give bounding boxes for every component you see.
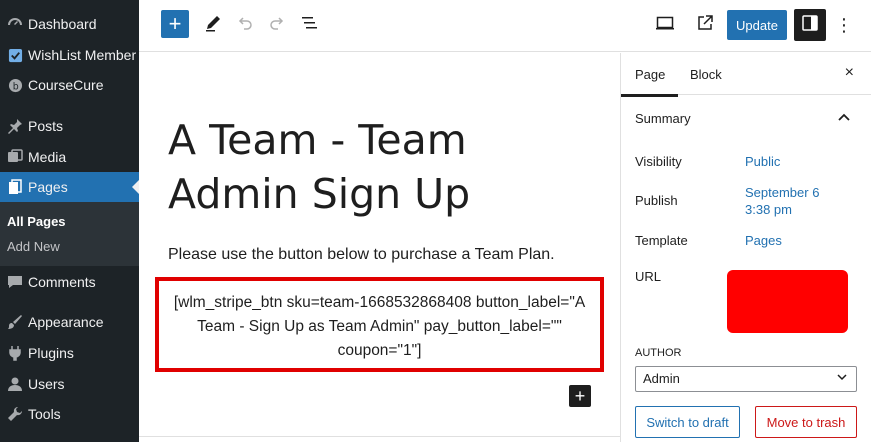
tools-icon: [5, 404, 25, 424]
chevron-up-icon[interactable]: [837, 109, 851, 125]
submenu-add-new[interactable]: Add New: [7, 239, 60, 254]
preview-button[interactable]: [651, 10, 679, 40]
external-link-icon: [696, 14, 714, 37]
switch-to-draft-button[interactable]: Switch to draft: [635, 406, 740, 438]
tab-block[interactable]: Block: [690, 67, 722, 82]
edit-mode-button[interactable]: [199, 10, 227, 40]
editor-canvas: A Team - Team Admin Sign Up Please use t…: [139, 53, 620, 442]
paragraph-block[interactable]: Please use the button below to purchase …: [168, 246, 555, 264]
menu-item-users[interactable]: Users: [0, 369, 139, 399]
menu-label: CourseCure: [28, 77, 104, 93]
menu-label: Dashboard: [28, 16, 97, 32]
close-icon[interactable]: ×: [845, 64, 854, 82]
menu-item-wishlist-member[interactable]: WishList Member: [0, 40, 139, 70]
pages-icon: [5, 177, 25, 197]
plugins-icon: [5, 343, 25, 363]
undo-icon: [236, 14, 254, 37]
publish-value[interactable]: September 6 3:38 pm: [745, 184, 819, 218]
pages-submenu: All Pages Add New: [0, 202, 139, 266]
post-title[interactable]: A Team - Team Admin Sign Up: [168, 113, 608, 221]
shortcode-text: [wlm_stripe_btn sku=team-1668532868408 b…: [173, 294, 586, 359]
list-view-icon: [301, 14, 319, 37]
menu-item-pages[interactable]: Pages: [0, 172, 139, 202]
url-label: URL: [635, 269, 662, 284]
menu-label: WishList Member: [28, 47, 137, 63]
publish-label: Publish: [635, 193, 678, 208]
publish-time: 3:38 pm: [745, 202, 792, 217]
author-label: AUTHOR: [635, 347, 682, 359]
svg-text:b: b: [12, 81, 18, 92]
redo-icon: [268, 14, 286, 37]
menu-label: Posts: [28, 118, 64, 134]
menu-item-posts[interactable]: Posts: [0, 111, 139, 141]
media-icon: [5, 147, 25, 167]
url-value-redacted: [727, 270, 848, 333]
menu-item-tools[interactable]: Tools: [0, 399, 139, 429]
settings-tabs: Page Block ×: [620, 53, 871, 97]
divider: [139, 436, 620, 437]
add-block-button[interactable]: +: [161, 10, 189, 38]
sidebar-icon: [801, 14, 819, 37]
pin-icon: [5, 116, 25, 136]
admin-sidebar: Dashboard WishList Member b CourseCure P…: [0, 0, 139, 442]
publish-date: September 6: [745, 185, 820, 200]
dashboard-icon: [5, 14, 25, 34]
menu-item-media[interactable]: Media: [0, 142, 139, 172]
wishlist-icon: [5, 45, 25, 65]
options-button[interactable]: ⋮: [834, 10, 854, 40]
menu-label: Media: [28, 149, 67, 165]
author-select[interactable]: Admin: [635, 366, 857, 392]
author-value: Admin: [643, 371, 680, 386]
update-button[interactable]: Update: [727, 10, 787, 40]
template-value[interactable]: Pages: [745, 232, 782, 249]
menu-item-plugins[interactable]: Plugins: [0, 338, 139, 368]
pencil-icon: [204, 14, 222, 37]
tab-page[interactable]: Page: [620, 67, 679, 97]
menu-label: Plugins: [28, 345, 74, 361]
appearance-icon: [5, 312, 25, 332]
desktop-icon: [655, 14, 675, 37]
menu-label: Comments: [28, 274, 96, 290]
menu-item-appearance[interactable]: Appearance: [0, 307, 139, 337]
coursecure-icon: b: [5, 75, 25, 95]
document-overview-button[interactable]: [296, 10, 324, 40]
menu-item-coursecure[interactable]: b CourseCure: [0, 70, 139, 100]
menu-item-dashboard[interactable]: Dashboard: [0, 9, 139, 39]
users-icon: [5, 374, 25, 394]
template-label: Template: [635, 233, 688, 248]
menu-label: Appearance: [28, 314, 104, 330]
visibility-value[interactable]: Public: [745, 153, 780, 170]
comments-icon: [5, 272, 25, 292]
inline-add-block-button[interactable]: +: [569, 385, 591, 407]
editor-toolbar: + Update ⋮: [139, 0, 871, 52]
settings-toggle-button[interactable]: [794, 9, 826, 41]
summary-panel-title[interactable]: Summary: [635, 111, 691, 126]
menu-label: Pages: [28, 179, 68, 195]
visibility-label: Visibility: [635, 154, 682, 169]
menu-label: Tools: [28, 406, 61, 422]
chevron-down-icon: [836, 371, 848, 385]
undo-button[interactable]: [231, 10, 259, 40]
view-page-button[interactable]: [691, 10, 719, 40]
move-to-trash-button[interactable]: Move to trash: [755, 406, 857, 438]
redo-button[interactable]: [263, 10, 291, 40]
menu-label: Users: [28, 376, 65, 392]
submenu-all-pages[interactable]: All Pages: [7, 214, 66, 229]
shortcode-block[interactable]: [wlm_stripe_btn sku=team-1668532868408 b…: [155, 277, 604, 372]
settings-sidebar: Page Block × Summary Visibility Public P…: [620, 53, 871, 442]
menu-item-comments[interactable]: Comments: [0, 267, 139, 297]
